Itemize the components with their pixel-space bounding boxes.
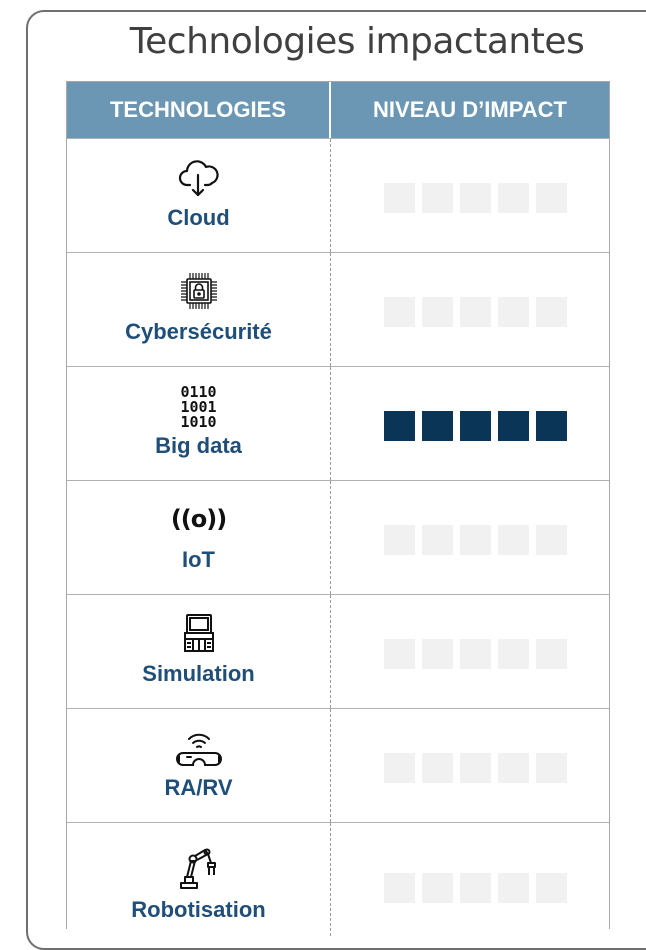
impact-cell: [331, 823, 609, 936]
technology-label: Cybersécurité: [125, 319, 272, 344]
table-row: RA/RV: [67, 708, 609, 822]
table-header: TECHNOLOGIES NIVEAU D’IMPACT: [67, 82, 609, 138]
impact-block: [384, 873, 415, 903]
impact-meter: [384, 753, 567, 783]
impact-block: [498, 525, 529, 555]
impact-block: [536, 753, 567, 783]
binary-data-icon: 0110 1001 1010: [175, 383, 223, 431]
broadcast-icon: ((o)): [159, 495, 239, 543]
technology-cell: ((o)) IoT: [67, 481, 331, 594]
impact-block: [498, 297, 529, 327]
impact-block: [422, 639, 453, 669]
impact-block: [422, 873, 453, 903]
impact-block: [498, 411, 529, 441]
impact-cell: [331, 253, 609, 366]
impact-block: [384, 753, 415, 783]
impact-block: [460, 297, 491, 327]
page-title: Technologies impactantes: [129, 21, 585, 62]
table-row: Cloud: [67, 138, 609, 252]
table-row: Simulation: [67, 594, 609, 708]
technology-cell: RA/RV: [67, 709, 331, 822]
impact-block: [536, 639, 567, 669]
impact-block: [460, 525, 491, 555]
impact-block: [422, 297, 453, 327]
table-row: ((o)) IoT: [67, 480, 609, 594]
technology-label: Big data: [155, 433, 242, 458]
table-row: Cybersécurité: [67, 252, 609, 366]
broadcast-glyph: ((o)): [170, 505, 227, 533]
table-body: Cloud Cybersécurité 0110 1001 1010 Big d…: [67, 138, 609, 936]
impact-block: [498, 183, 529, 213]
impact-block: [460, 639, 491, 669]
impact-block: [498, 639, 529, 669]
impact-block: [422, 525, 453, 555]
impact-block: [384, 297, 415, 327]
impact-block: [460, 753, 491, 783]
header-technologies: TECHNOLOGIES: [67, 82, 331, 138]
impact-block: [460, 183, 491, 213]
impact-block: [422, 411, 453, 441]
impact-meter: [384, 873, 567, 903]
impact-meter: [384, 525, 567, 555]
impact-block: [498, 753, 529, 783]
technology-label: Cloud: [167, 205, 230, 230]
header-impact: NIVEAU D’IMPACT: [373, 97, 567, 122]
impact-meter: [384, 411, 567, 441]
impact-block: [536, 297, 567, 327]
impact-block: [536, 183, 567, 213]
technology-cell: 0110 1001 1010 Big data: [67, 367, 331, 480]
cloud-download-icon: [175, 153, 223, 201]
impact-meter: [384, 639, 567, 669]
impact-cell: [331, 709, 609, 822]
impact-meter: [384, 297, 567, 327]
impact-block: [498, 873, 529, 903]
technology-cell: Cybersécurité: [67, 253, 331, 366]
impact-block: [536, 525, 567, 555]
table-row: 0110 1001 1010 Big data: [67, 366, 609, 480]
impact-cell: [331, 367, 609, 480]
vr-headset-icon: [175, 723, 223, 771]
robot-arm-icon: [175, 845, 223, 893]
binary-line: 1010: [180, 412, 217, 431]
impact-block: [460, 873, 491, 903]
technology-label: Simulation: [142, 661, 255, 686]
technology-cell: Simulation: [67, 595, 331, 708]
impact-cell: [331, 595, 609, 708]
table-row: Robotisation: [67, 822, 609, 936]
technology-label: RA/RV: [164, 775, 233, 800]
technology-label: Robotisation: [131, 897, 266, 922]
impact-cell: [331, 481, 609, 594]
computer-terminal-icon: [175, 609, 223, 657]
impact-block: [384, 639, 415, 669]
technology-label: IoT: [182, 547, 215, 572]
impact-block: [460, 411, 491, 441]
impact-block: [384, 525, 415, 555]
impact-block: [384, 411, 415, 441]
impact-table: TECHNOLOGIES NIVEAU D’IMPACT Cloud Cyber…: [66, 81, 610, 936]
impact-block: [422, 753, 453, 783]
impact-cell: [331, 139, 609, 252]
impact-block: [384, 183, 415, 213]
impact-block: [536, 873, 567, 903]
impact-meter: [384, 183, 567, 213]
technology-cell: Cloud: [67, 139, 331, 252]
impact-block: [422, 183, 453, 213]
chip-lock-icon: [175, 267, 223, 315]
impact-block: [536, 411, 567, 441]
technology-cell: Robotisation: [67, 823, 331, 936]
